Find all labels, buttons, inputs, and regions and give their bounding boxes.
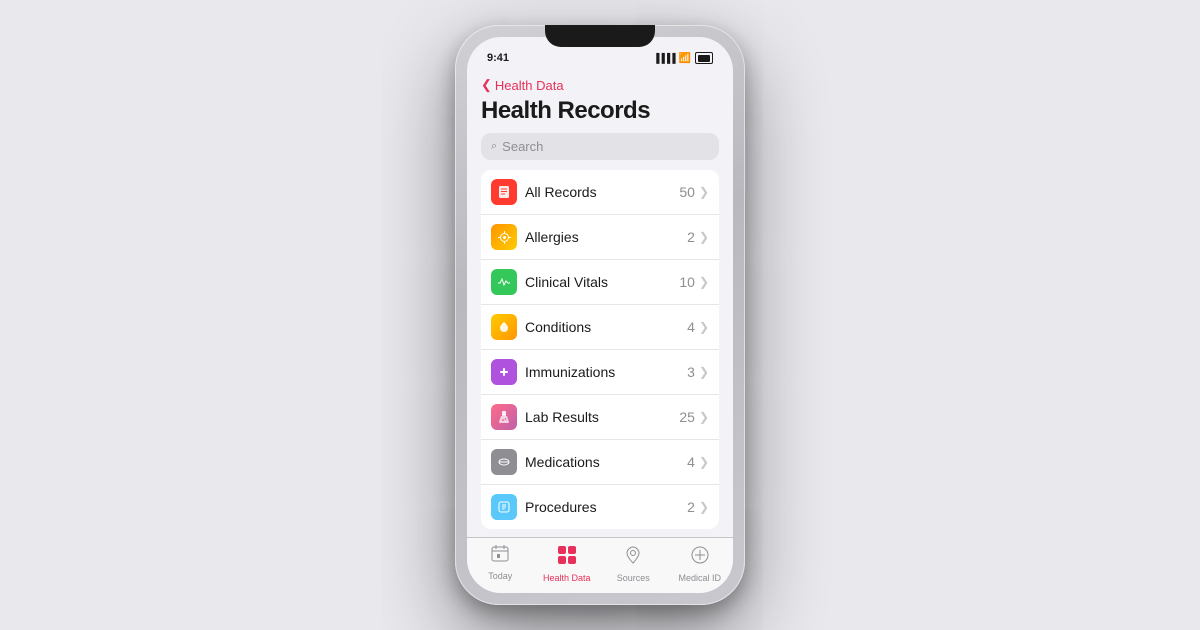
conditions-label: Conditions	[525, 319, 687, 335]
list-item-clinical-vitals[interactable]: Clinical Vitals 10 ❯	[481, 260, 719, 305]
tab-bar: Today Health Data	[467, 537, 733, 593]
medications-chevron: ❯	[699, 455, 709, 469]
search-bar[interactable]: ⌕ Search	[481, 133, 719, 160]
clinical-vitals-icon	[491, 269, 517, 295]
clinical-vitals-label: Clinical Vitals	[525, 274, 679, 290]
medical-id-label: Medical ID	[678, 573, 721, 583]
procedures-icon	[491, 494, 517, 520]
lab-results-chevron: ❯	[699, 410, 709, 424]
phone-shell: 9:41 ▐▐▐▐ 📶 ❮ Health Data Health Recor	[455, 25, 745, 605]
tab-medical-id[interactable]: Medical ID	[667, 544, 734, 583]
today-icon	[490, 544, 510, 569]
medications-icon	[491, 449, 517, 475]
list-item-procedures[interactable]: Procedures 2 ❯	[481, 485, 719, 529]
notch	[545, 25, 655, 47]
list-item-immunizations[interactable]: Immunizations 3 ❯	[481, 350, 719, 395]
search-icon: ⌕	[491, 140, 497, 153]
tab-health-data[interactable]: Health Data	[534, 544, 601, 583]
clinical-vitals-chevron: ❯	[699, 275, 709, 289]
lab-results-count: 25	[679, 409, 695, 425]
phone-device: 9:41 ▐▐▐▐ 📶 ❮ Health Data Health Recor	[455, 25, 745, 605]
all-records-label: All Records	[525, 184, 679, 200]
status-icons: ▐▐▐▐ 📶	[653, 52, 713, 64]
clinical-vitals-count: 10	[679, 274, 695, 290]
list-item-all-records[interactable]: All Records 50 ❯	[481, 170, 719, 215]
list-item-medications[interactable]: Medications 4 ❯	[481, 440, 719, 485]
lab-results-label: Lab Results	[525, 409, 679, 425]
all-records-count: 50	[679, 184, 695, 200]
battery-icon	[695, 52, 713, 64]
immunizations-count: 3	[687, 364, 695, 380]
medications-count: 4	[687, 454, 695, 470]
all-records-chevron: ❯	[699, 185, 709, 199]
back-chevron-icon: ❮	[481, 77, 492, 93]
conditions-chevron: ❯	[699, 320, 709, 334]
scroll-area[interactable]: ❮ Health Data Health Records ⌕ Search	[467, 73, 733, 537]
immunizations-icon	[491, 359, 517, 385]
tab-today[interactable]: Today	[467, 544, 534, 583]
today-label: Today	[488, 571, 512, 581]
signal-icon: ▐▐▐▐	[653, 53, 675, 63]
wifi-icon: 📶	[679, 53, 691, 64]
health-data-label: Health Data	[543, 573, 591, 583]
immunizations-chevron: ❯	[699, 365, 709, 379]
medications-label: Medications	[525, 454, 687, 470]
list-item-lab-results[interactable]: Lab Results 25 ❯	[481, 395, 719, 440]
procedures-label: Procedures	[525, 499, 687, 515]
immunizations-label: Immunizations	[525, 364, 687, 380]
allergies-icon	[491, 224, 517, 250]
all-records-icon	[491, 179, 517, 205]
conditions-count: 4	[687, 319, 695, 335]
status-time: 9:41	[487, 52, 509, 64]
search-placeholder: Search	[502, 139, 543, 154]
sources-icon	[622, 544, 644, 571]
tab-sources[interactable]: Sources	[600, 544, 667, 583]
records-list: All Records 50 ❯	[481, 170, 719, 529]
procedures-count: 2	[687, 499, 695, 515]
sources-label: Sources	[617, 573, 650, 583]
list-item-allergies[interactable]: Allergies 2 ❯	[481, 215, 719, 260]
allergies-chevron: ❯	[699, 230, 709, 244]
page-title: Health Records	[467, 95, 733, 133]
list-item-conditions[interactable]: Conditions 4 ❯	[481, 305, 719, 350]
health-data-icon	[556, 544, 578, 571]
lab-results-icon	[491, 404, 517, 430]
conditions-icon	[491, 314, 517, 340]
phone-screen: 9:41 ▐▐▐▐ 📶 ❮ Health Data Health Recor	[467, 37, 733, 593]
procedures-chevron: ❯	[699, 500, 709, 514]
back-label[interactable]: Health Data	[495, 78, 564, 93]
allergies-label: Allergies	[525, 229, 687, 245]
medical-id-icon	[689, 544, 711, 571]
allergies-count: 2	[687, 229, 695, 245]
back-nav[interactable]: ❮ Health Data	[467, 73, 733, 95]
